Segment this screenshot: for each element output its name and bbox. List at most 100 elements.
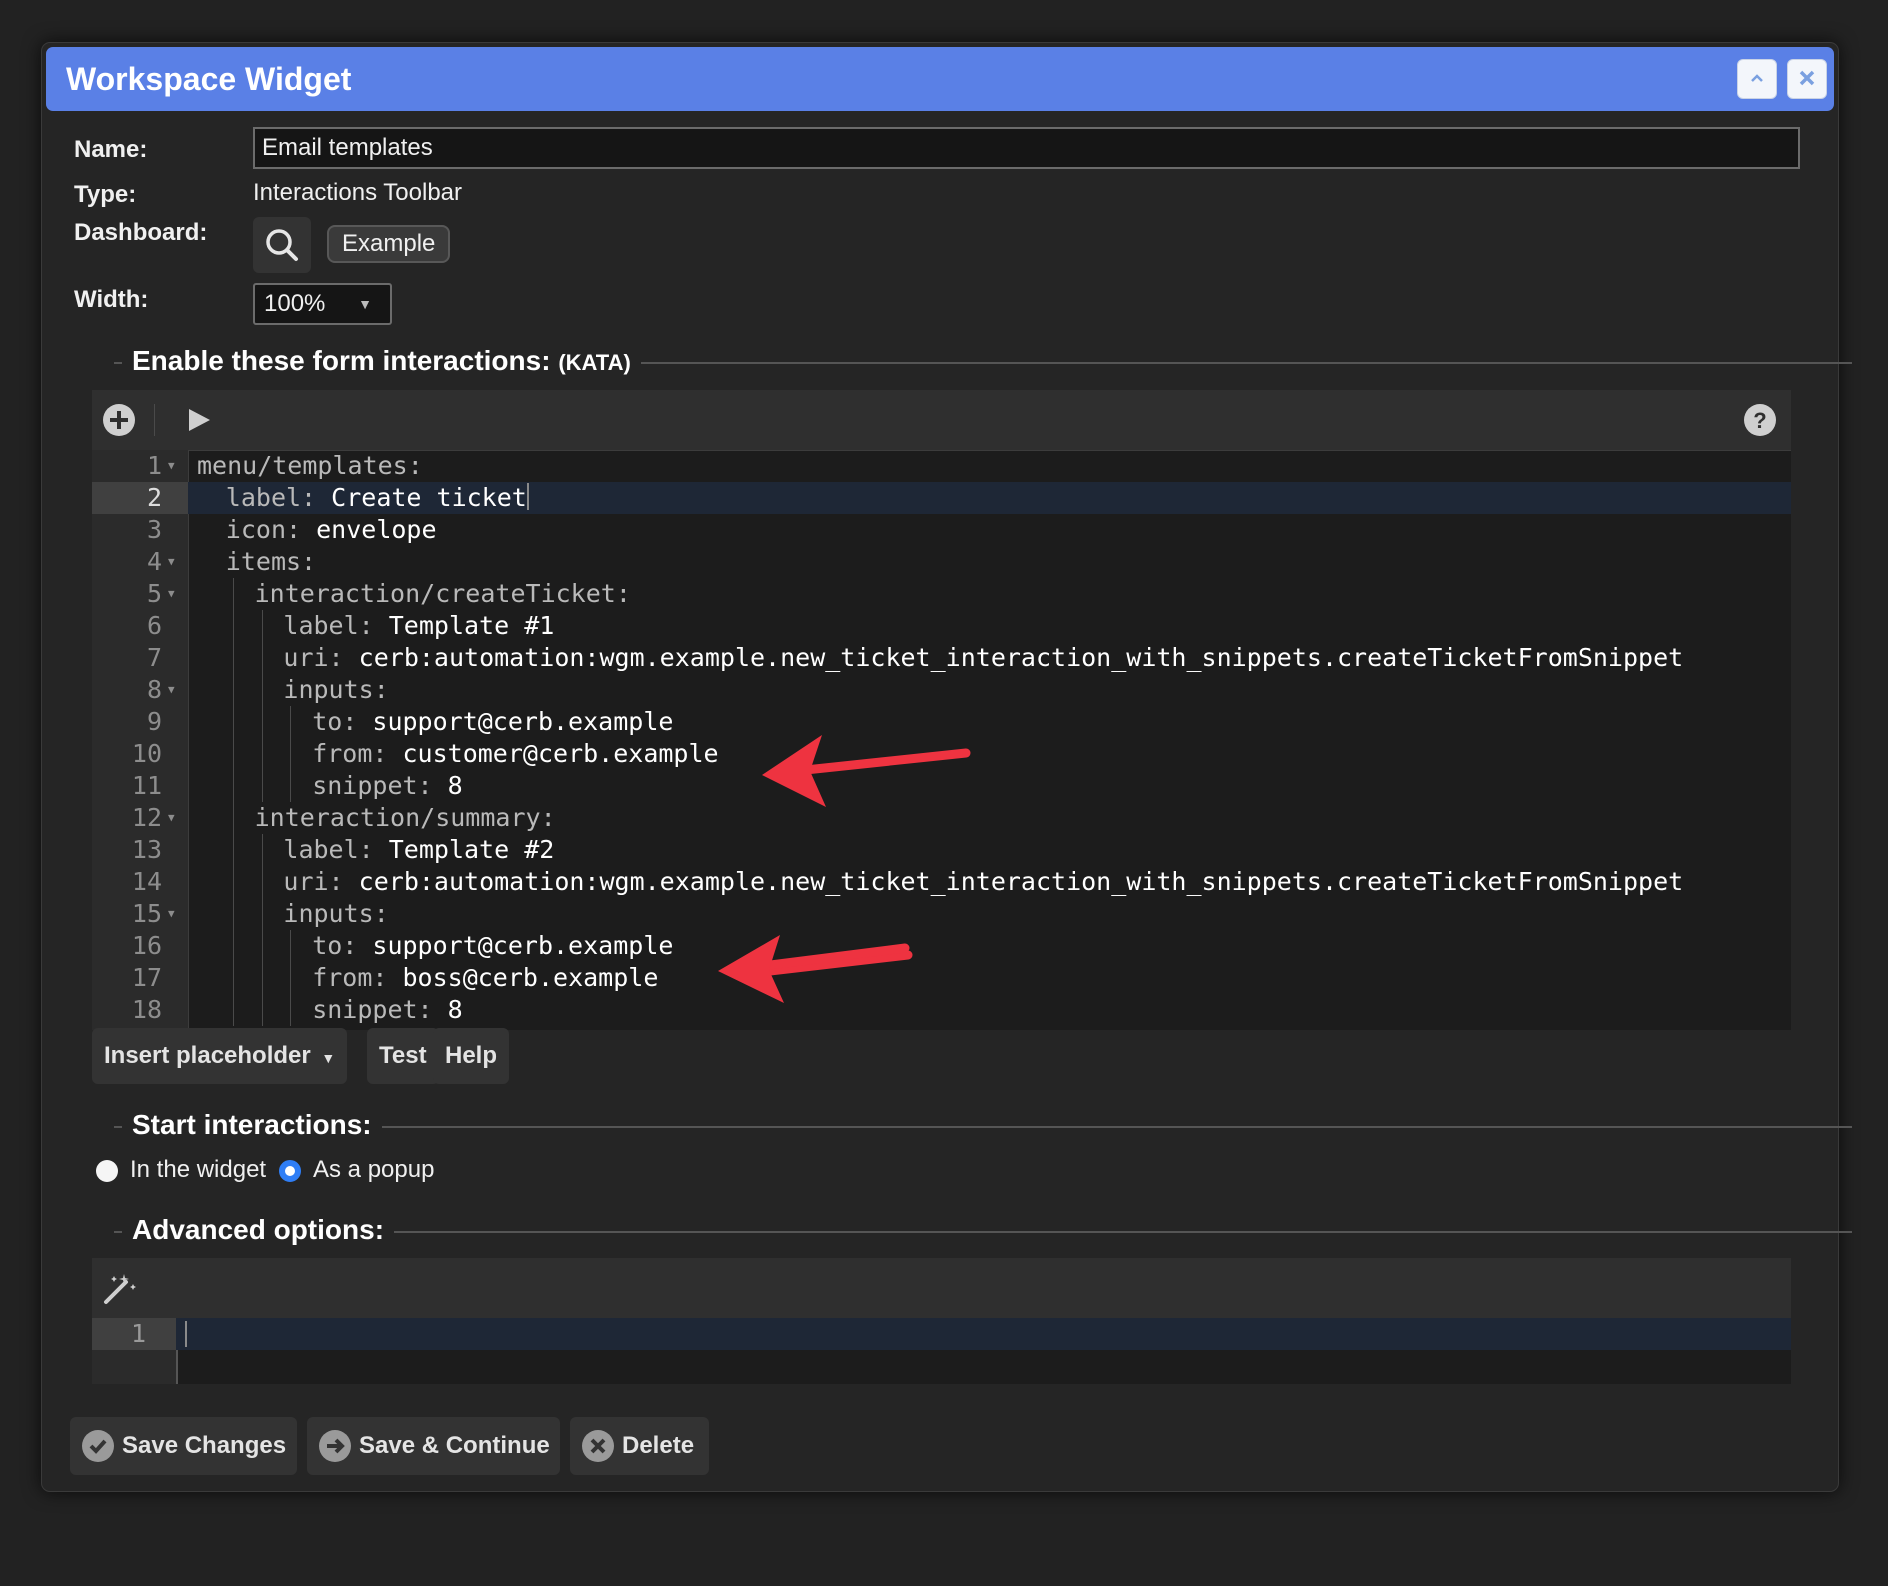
start-section-title: Start interactions: <box>122 1109 382 1141</box>
indent-guide <box>261 962 263 994</box>
interactions-section-title: Enable these form interactions: (KATA) <box>122 345 641 377</box>
code-line[interactable]: 2 label: Create ticket <box>92 482 1791 514</box>
code-key: interaction/createTicket: <box>254 579 631 608</box>
code-key: menu/templates: <box>197 451 423 480</box>
indent-guide <box>290 962 292 994</box>
name-input[interactable] <box>253 127 1800 169</box>
help-circle-icon[interactable]: ? <box>1743 403 1777 442</box>
editor-toolbar: ? <box>92 390 1791 451</box>
code-key: inputs: <box>283 675 389 704</box>
line-number: 9 <box>146 707 162 736</box>
code-line[interactable]: 7 uri: cerb:automation:wgm.example.new_ti… <box>92 642 1791 674</box>
fold-toggle-icon[interactable]: ▼ <box>168 898 175 930</box>
text-cursor <box>526 483 529 510</box>
insert-placeholder-label: Insert placeholder <box>104 1042 311 1069</box>
fold-toggle-icon[interactable]: ▼ <box>168 450 175 482</box>
radio-in-widget-label[interactable]: In the widget <box>130 1156 266 1184</box>
chevron-up-icon <box>1747 65 1767 92</box>
code-line[interactable]: 1 ▼ menu/templates: <box>92 450 1791 482</box>
advanced-editor-toolbar <box>92 1258 1791 1319</box>
play-icon[interactable] <box>186 407 212 438</box>
save-continue-button[interactable]: Save & Continue <box>307 1417 560 1475</box>
line-number: 7 <box>146 643 162 672</box>
search-icon <box>253 229 311 277</box>
indent-guide <box>261 642 263 674</box>
fold-toggle-icon[interactable]: ▼ <box>168 546 175 578</box>
test-button[interactable]: Test <box>367 1028 439 1084</box>
indent-guide <box>261 834 263 866</box>
fold-toggle-icon[interactable]: ▼ <box>168 674 175 706</box>
text-cursor <box>185 1321 187 1347</box>
indent-guide <box>261 898 263 930</box>
indent-guide <box>261 770 263 802</box>
indent-guide <box>261 994 263 1026</box>
indent-guide <box>232 738 234 770</box>
radio-in-widget[interactable] <box>96 1160 118 1182</box>
code-line[interactable]: 4 ▼ items: <box>92 546 1791 578</box>
code-text: interaction/summary: <box>255 802 556 834</box>
magic-wand-icon[interactable] <box>102 1270 138 1311</box>
code-key: label: <box>283 611 374 640</box>
save-changes-button[interactable]: Save Changes <box>70 1417 297 1475</box>
dialog-title: Workspace Widget <box>66 61 352 97</box>
indent-guide <box>232 610 234 642</box>
code-value: support@cerb.example <box>357 931 674 960</box>
line-number: 16 <box>131 931 162 960</box>
code-text: to: support@cerb.example <box>312 706 673 738</box>
code-text: uri: cerb:automation:wgm.example.new_tic… <box>283 642 1683 674</box>
code-key: from: <box>312 739 388 768</box>
code-line[interactable]: 5 ▼ interaction/createTicket: <box>92 578 1791 610</box>
dashboard-search-button[interactable] <box>253 217 311 273</box>
code-text: items: <box>226 546 316 578</box>
code-line[interactable]: 6 label: Template #1 <box>92 610 1791 642</box>
code-key: interaction/summary: <box>254 803 556 832</box>
code-value: cerb:automation:wgm.example.new_ticket_i… <box>343 643 1684 672</box>
code-text: label: Create ticket <box>226 482 529 514</box>
red-arrow-annotation <box>718 935 910 1003</box>
delete-label: Delete <box>622 1432 695 1459</box>
indent-guide <box>290 994 292 1026</box>
code-key: inputs: <box>283 899 389 928</box>
caret-down-icon: ▼ <box>321 1050 336 1066</box>
code-line[interactable]: 3 icon: envelope <box>92 514 1791 546</box>
code-key: uri: <box>283 643 344 672</box>
plus-circle-icon[interactable] <box>102 403 136 442</box>
help-button[interactable]: Help <box>433 1028 510 1084</box>
code-key: items: <box>225 547 317 576</box>
radio-as-popup-label[interactable]: As a popup <box>313 1156 434 1184</box>
code-text: icon: envelope <box>226 514 437 546</box>
advanced-options-editor[interactable]: 1 <box>92 1258 1791 1384</box>
advanced-editor-active-line[interactable]: 1 <box>92 1318 1791 1350</box>
insert-placeholder-button[interactable]: Insert placeholder ▼ <box>92 1028 348 1084</box>
indent-guide <box>232 674 234 706</box>
delete-button[interactable]: Delete <box>570 1417 709 1475</box>
close-button[interactable] <box>1787 59 1827 99</box>
interactions-section-subtitle: (KATA) <box>558 350 631 375</box>
collapse-button[interactable] <box>1737 59 1777 99</box>
name-label: Name: <box>74 136 148 163</box>
code-key: label: <box>225 483 317 512</box>
save-continue-label: Save & Continue <box>359 1432 550 1459</box>
code-text: label: Template #2 <box>283 834 554 866</box>
line-number: 18 <box>131 995 162 1024</box>
fold-toggle-icon[interactable]: ▼ <box>168 578 175 610</box>
indent-guide <box>261 930 263 962</box>
radio-as-popup[interactable] <box>279 1160 301 1182</box>
line-number: 17 <box>131 963 162 992</box>
indent-guide <box>261 866 263 898</box>
indent-guide <box>290 770 292 802</box>
code-key: from: <box>312 963 388 992</box>
dashboard-label: Dashboard: <box>74 219 208 246</box>
code-value: Create ticket <box>316 483 527 512</box>
line-number: 10 <box>131 739 162 768</box>
type-label: Type: <box>74 181 137 208</box>
code-value: support@cerb.example <box>357 707 674 736</box>
dashboard-chip[interactable]: Example <box>327 225 451 263</box>
width-select[interactable]: 100% ▼ <box>253 283 392 325</box>
code-value: boss@cerb.example <box>387 963 659 992</box>
advanced-section-title: Advanced options: <box>122 1214 395 1246</box>
indent-guide <box>232 962 234 994</box>
code-key: to: <box>312 707 358 736</box>
fold-toggle-icon[interactable]: ▼ <box>168 802 175 834</box>
width-label: Width: <box>74 286 149 313</box>
